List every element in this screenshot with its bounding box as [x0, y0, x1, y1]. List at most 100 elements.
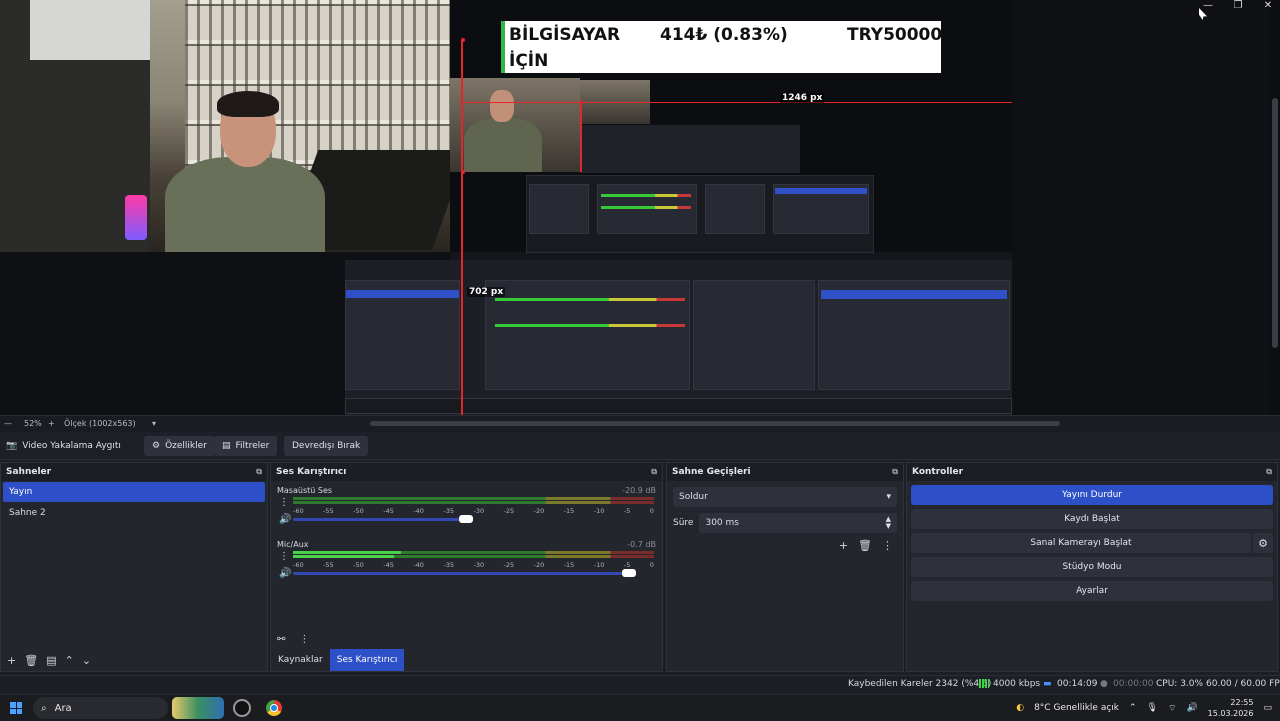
chrome-app-icon[interactable]	[266, 700, 282, 716]
undock-icon[interactable]: ⧉	[651, 467, 657, 477]
trash-icon[interactable]: 🗑	[24, 654, 38, 667]
search-highlight-image[interactable]	[172, 697, 224, 719]
speaker-icon[interactable]: 🔊	[279, 514, 291, 525]
level-meter	[293, 551, 654, 560]
start-recording-button[interactable]: Kaydı Başlat	[911, 509, 1273, 529]
guide-line-vertical	[461, 40, 463, 415]
duration-spinbox[interactable]: 300 ms ▲ ▼	[699, 513, 897, 533]
ticker-name-line2: İÇİN	[509, 51, 549, 71]
duration-row: Süre 300 ms ▲ ▼	[673, 513, 897, 533]
stream-time: 00:14:09	[1057, 679, 1098, 689]
record-time: 00:00:00	[1113, 679, 1154, 689]
volume-knob[interactable]	[459, 515, 473, 523]
move-down-icon[interactable]: ⌄	[82, 654, 91, 667]
minimize-button[interactable]: —	[1202, 0, 1214, 14]
spin-arrows-icon[interactable]: ▲ ▼	[886, 516, 891, 530]
move-up-icon[interactable]: ⌃	[65, 654, 74, 667]
start-button[interactable]	[10, 695, 22, 721]
channel-name: Mic/Aux	[277, 540, 309, 549]
more-options-icon[interactable]: ⋮	[279, 497, 289, 508]
search-icon: ⌕	[41, 702, 47, 714]
tab-audio-mixer[interactable]: Ses Karıştırıcı	[329, 649, 405, 671]
transition-select[interactable]: Soldur ▾	[673, 487, 897, 507]
speaker-icon[interactable]: 🔊	[279, 568, 291, 579]
undock-icon[interactable]: ⧉	[1266, 467, 1272, 477]
scale-dropdown-chevron-icon[interactable]: ▾	[152, 419, 156, 428]
transition-tools: + 🗑 ⋮	[667, 533, 903, 558]
mixer-dock-title: Ses Karıştırıcı ⧉	[271, 463, 662, 481]
guide-line-horizontal	[461, 102, 1012, 103]
notification-icon[interactable]: ▭	[1263, 703, 1272, 713]
undock-icon[interactable]: ⧉	[256, 467, 262, 477]
record-icon: ●	[1100, 679, 1108, 689]
obs-app-icon[interactable]	[233, 699, 251, 717]
volume-knob[interactable]	[622, 569, 636, 577]
more-options-icon[interactable]: ⋮	[882, 539, 893, 552]
wifi-icon[interactable]: ⌔	[1168, 703, 1176, 714]
mixer-menu-icon[interactable]: ⋮	[299, 634, 309, 645]
duration-label: Süre	[673, 518, 694, 528]
controls-dock: Kontroller ⧉ Yayını Durdur Kaydı Başlat …	[906, 462, 1278, 672]
deactivate-label: Devredışı Bırak	[292, 441, 361, 451]
clock[interactable]: 22:55 15.03.2026	[1208, 697, 1254, 719]
close-button[interactable]: ✕	[1262, 0, 1274, 14]
donation-ticker: BİLGİSAYAR İÇİN 414₺ (0.83%) TRY50000	[501, 21, 943, 73]
microphone-icon[interactable]: 🎙	[1147, 703, 1158, 713]
webcam-feed[interactable]	[0, 0, 450, 252]
cpu-usage: CPU: 3.0%	[1156, 679, 1204, 689]
guide-line-top	[461, 38, 465, 42]
start-virtual-camera-button[interactable]: Sanal Kamerayı Başlat	[911, 533, 1251, 553]
webcam-paper	[30, 0, 150, 60]
volume-slider[interactable]	[293, 569, 636, 577]
nested-webcam	[450, 78, 580, 172]
virtual-camera-settings-gear-icon[interactable]: ⚙	[1253, 533, 1273, 553]
zoom-in-button[interactable]: +	[48, 419, 55, 428]
ticker-goal: TRY50000	[847, 25, 943, 45]
more-options-icon[interactable]: ⋮	[279, 551, 289, 562]
filter-icon: ▤	[222, 441, 231, 451]
preview-horizontal-scrollbar[interactable]	[370, 421, 1060, 426]
chevron-up-icon[interactable]: ⌃	[1129, 703, 1137, 713]
tab-sources[interactable]: Kaynaklar	[271, 649, 330, 671]
studio-mode-button[interactable]: Stüdyo Modu	[911, 557, 1273, 577]
settings-button[interactable]: Ayarlar	[911, 581, 1273, 601]
virtual-camera-row: Sanal Kamerayı Başlat ⚙	[907, 529, 1277, 553]
add-icon[interactable]: +	[839, 539, 848, 552]
undock-icon[interactable]: ⧉	[892, 467, 898, 477]
source-toolbar: 📷 Video Yakalama Aygıtı ⚙ Özellikler ▤ F…	[0, 432, 1280, 460]
filters-button[interactable]: ▤ Filtreler	[214, 436, 278, 456]
scenes-dock: Sahneler ⧉ Yayın Sahne 2 + 🗑 ▤ ⌃ ⌄	[0, 462, 268, 672]
maximize-button[interactable]: ❐	[1232, 0, 1244, 14]
preview-vertical-scrollbar[interactable]	[1272, 98, 1278, 348]
guide-line-mid	[461, 170, 465, 174]
status-bar: Kaybedilen Kareler 2342 (%4.6) 4000 kbps…	[0, 675, 1280, 693]
transitions-dock-title: Sahne Geçişleri ⧉	[667, 463, 903, 481]
advanced-audio-icon[interactable]: ⚯	[277, 634, 285, 645]
camera-icon: 📷	[6, 441, 18, 451]
preview-canvas[interactable]: 1246 px 702 px BİLGİSAYAR İÇİN 414₺ (0.8…	[0, 0, 1280, 415]
volume-slider[interactable]	[293, 515, 473, 523]
volume-icon[interactable]: 🔊	[1186, 703, 1197, 713]
trash-icon[interactable]: 🗑	[858, 539, 872, 552]
fps: 60.00 / 60.00 FPS	[1206, 679, 1280, 689]
filter-icon[interactable]: ▤	[46, 654, 56, 667]
channel-name: Masaüstü Ses	[277, 486, 333, 495]
weather-icon: ◐	[1016, 703, 1025, 713]
scenes-title: Sahneler	[6, 467, 52, 477]
controls-dock-title: Kontroller ⧉	[907, 463, 1277, 481]
taskbar-search[interactable]: ⌕ Ara	[33, 697, 168, 719]
guide-box	[580, 100, 582, 172]
controls-title: Kontroller	[912, 467, 964, 477]
webcam-rgb-light	[125, 195, 147, 240]
stop-stream-button[interactable]: Yayını Durdur	[911, 485, 1273, 505]
deactivate-button[interactable]: Devredışı Bırak	[284, 436, 369, 456]
clock-time: 22:55	[1230, 698, 1254, 707]
scene-item-yayin[interactable]: Yayın	[3, 482, 265, 502]
add-icon[interactable]: +	[7, 654, 16, 667]
properties-label: Özellikler	[165, 441, 207, 451]
zoom-out-button[interactable]: —	[4, 419, 12, 428]
nested-obs-panel	[345, 260, 1012, 415]
meter-scale: -60 -55 -50 -45 -40 -35 -30 -25 -20 -15 -10 -5 0	[293, 507, 654, 515]
properties-button[interactable]: ⚙ Özellikler	[144, 436, 215, 456]
scene-item-sahne-2[interactable]: Sahne 2	[3, 503, 265, 523]
